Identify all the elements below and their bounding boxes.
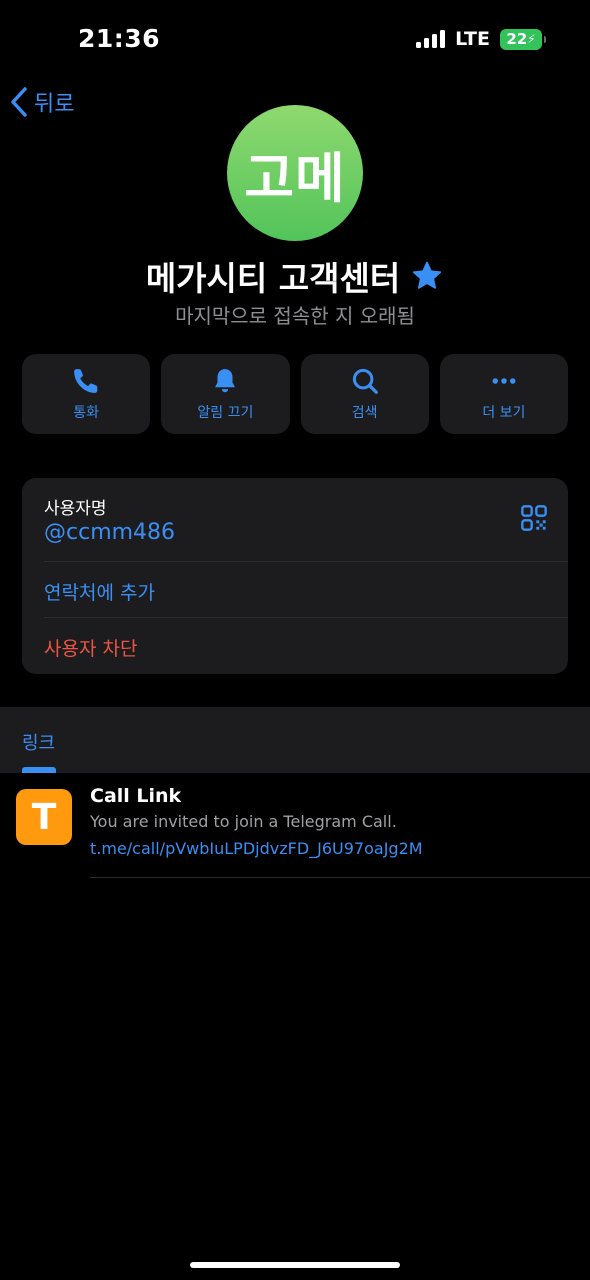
more-label: 더 보기	[482, 405, 526, 421]
search-label: 검색	[351, 405, 378, 421]
profile-name: 메가시티 고객센터	[145, 259, 401, 298]
phone-icon	[74, 369, 98, 393]
back-button[interactable]: 뒤로	[10, 86, 74, 118]
battery-level: 22	[506, 30, 528, 48]
call-label: 통화	[73, 405, 99, 421]
network-type: LTE	[455, 28, 490, 50]
link-title: Call Link	[90, 785, 182, 807]
divider	[90, 877, 590, 878]
link-url[interactable]: t.me/call/pVwbIuLPDjdvzFD_J6U97oaJg2M	[90, 839, 423, 858]
search-button[interactable]: 검색	[300, 354, 429, 434]
chevron-left-icon	[11, 87, 27, 117]
avatar[interactable]: 고메	[227, 105, 363, 241]
back-label: 뒤로	[34, 92, 75, 117]
search-icon	[352, 368, 378, 394]
shared-media-tabs	[0, 707, 590, 773]
list-item[interactable]: T Call Link You are invited to join a Te…	[0, 773, 590, 878]
username-value[interactable]: @ccmm486	[44, 520, 175, 545]
divider	[44, 561, 568, 562]
block-user-button[interactable]: 사용자 차단	[44, 634, 137, 661]
call-button[interactable]: 통화	[22, 354, 151, 434]
tab-links[interactable]: 링크	[22, 729, 55, 755]
bell-icon	[215, 369, 236, 393]
last-seen-status: 마지막으로 접속한 지 오래됨	[175, 304, 415, 328]
avatar-initials: 고메	[244, 146, 346, 210]
add-contact-button[interactable]: 연락처에 추가	[44, 578, 155, 605]
battery-icon: 22 ⚡	[500, 28, 546, 50]
divider	[44, 617, 568, 618]
link-description: You are invited to join a Telegram Call.	[90, 812, 397, 831]
star-icon	[413, 261, 442, 289]
status-time: 21:36	[78, 24, 161, 53]
mute-button[interactable]: 알림 끄기	[161, 354, 290, 434]
qr-code-icon[interactable]	[520, 504, 548, 532]
signal-icon	[416, 30, 446, 48]
action-buttons: 통화 알림 끄기 검색 더 보기	[22, 354, 568, 434]
status-indicators: LTE 22 ⚡	[416, 28, 546, 50]
info-card: 사용자명 @ccmm486 연락처에 추가 사용자 차단	[22, 478, 568, 674]
username-title: 사용자명	[44, 499, 107, 519]
profile-name-row: 메가시티 고객센터	[0, 252, 590, 300]
mute-label: 알림 끄기	[197, 405, 254, 421]
more-icon	[492, 378, 516, 384]
more-button[interactable]: 더 보기	[439, 354, 568, 434]
home-indicator[interactable]	[190, 1262, 400, 1268]
link-thumbnail: T	[16, 789, 72, 845]
